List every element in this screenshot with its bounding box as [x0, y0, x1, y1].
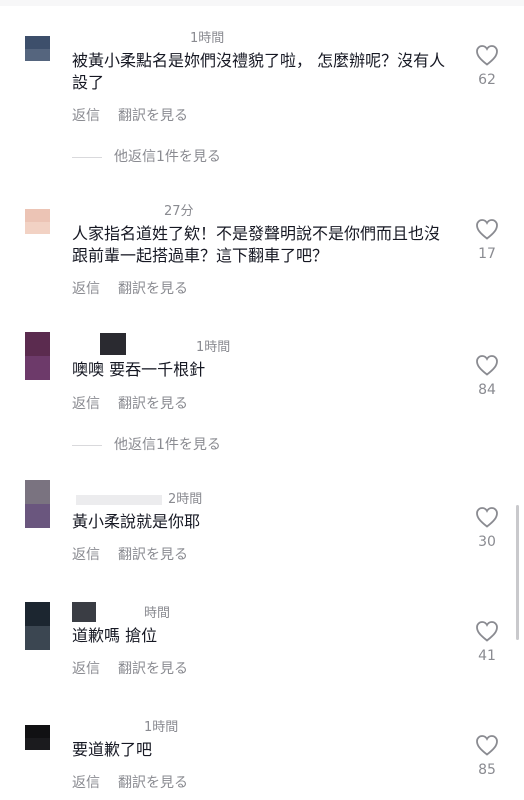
heart-icon — [476, 507, 498, 528]
view-replies-label: 他返信1件を見る — [114, 437, 221, 453]
comment-actions: 返信 翻訳を見る — [72, 393, 188, 413]
like-count: 41 — [478, 648, 496, 664]
avatar[interactable] — [25, 36, 50, 61]
username-redacted — [100, 332, 126, 355]
translate-button[interactable]: 翻訳を見る — [118, 661, 188, 677]
heart-icon — [476, 621, 498, 642]
heart-icon — [476, 219, 498, 240]
comment-actions: 返信 翻訳を見る — [72, 658, 188, 678]
comment-actions: 返信 翻訳を見る — [72, 772, 188, 792]
avatar[interactable] — [25, 332, 50, 380]
comment-timestamp: 27分 — [164, 204, 194, 219]
translate-button[interactable]: 翻訳を見る — [118, 775, 188, 791]
comment-text: 噢噢 要吞一千根針 — [72, 360, 206, 379]
like-count: 30 — [478, 534, 496, 550]
reply-divider — [72, 444, 102, 446]
like-button[interactable]: 17 — [470, 218, 504, 262]
reply-divider — [72, 156, 102, 158]
comment-timestamp: 時間 — [72, 601, 170, 622]
translate-button[interactable]: 翻訳を見る — [118, 108, 188, 124]
avatar[interactable] — [25, 480, 50, 528]
comment-timestamp: 1時間 — [144, 720, 179, 735]
reply-button[interactable]: 返信 — [72, 775, 100, 791]
translate-button[interactable]: 翻訳を見る — [118, 547, 188, 563]
like-button[interactable]: 84 — [470, 354, 504, 398]
comment-text: 被黃小柔點名是妳們沒禮貌了啦， 怎麼辦呢？沒有人設了 — [72, 51, 446, 92]
like-count: 17 — [478, 246, 496, 262]
reply-button[interactable]: 返信 — [72, 108, 100, 124]
comment-actions: 返信 翻訳を見る — [72, 544, 188, 564]
like-count: 85 — [478, 762, 496, 778]
view-replies-link[interactable]: 他返信1件を見る — [72, 434, 221, 454]
like-button[interactable]: 62 — [470, 44, 504, 88]
view-replies-link[interactable]: 他返信1件を見る — [72, 146, 221, 166]
like-count: 84 — [478, 382, 496, 398]
like-button[interactable]: 85 — [470, 734, 504, 778]
reply-button[interactable]: 返信 — [72, 547, 100, 563]
comment-timestamp: 1時間 — [72, 332, 230, 355]
comment-timestamp: 1時間 — [190, 31, 225, 46]
reply-button[interactable]: 返信 — [72, 396, 100, 412]
view-replies-label: 他返信1件を見る — [114, 149, 221, 165]
translate-button[interactable]: 翻訳を見る — [118, 281, 188, 297]
reply-button[interactable]: 返信 — [72, 281, 100, 297]
heart-icon — [476, 355, 498, 376]
comment-text: 人家指名道姓了欸！不是發聲明說不是你們而且也沒跟前輩一起搭過車？這下翻車了吧？ — [72, 224, 441, 265]
comment-actions: 返信 翻訳を見る — [72, 278, 188, 298]
like-button[interactable]: 41 — [470, 620, 504, 664]
translate-button[interactable]: 翻訳を見る — [118, 396, 188, 412]
comment-text: 道歉嗎 搶位 — [72, 626, 158, 645]
like-button[interactable]: 30 — [470, 506, 504, 550]
like-count: 62 — [478, 72, 496, 88]
username-redacted — [72, 601, 96, 622]
avatar[interactable] — [25, 725, 50, 750]
scrollbar[interactable] — [516, 505, 519, 640]
top-divider — [0, 0, 524, 6]
avatar[interactable] — [25, 209, 50, 234]
comment-timestamp: 2時間 — [72, 488, 202, 507]
heart-icon — [476, 45, 498, 66]
comment-actions: 返信 翻訳を見る — [72, 105, 188, 125]
username-redacted — [76, 494, 162, 505]
heart-icon — [476, 735, 498, 756]
avatar[interactable] — [25, 602, 50, 650]
reply-button[interactable]: 返信 — [72, 661, 100, 677]
comment-text: 黃小柔說就是你耶 — [72, 512, 201, 531]
comment-text: 要道歉了吧 — [72, 740, 153, 759]
